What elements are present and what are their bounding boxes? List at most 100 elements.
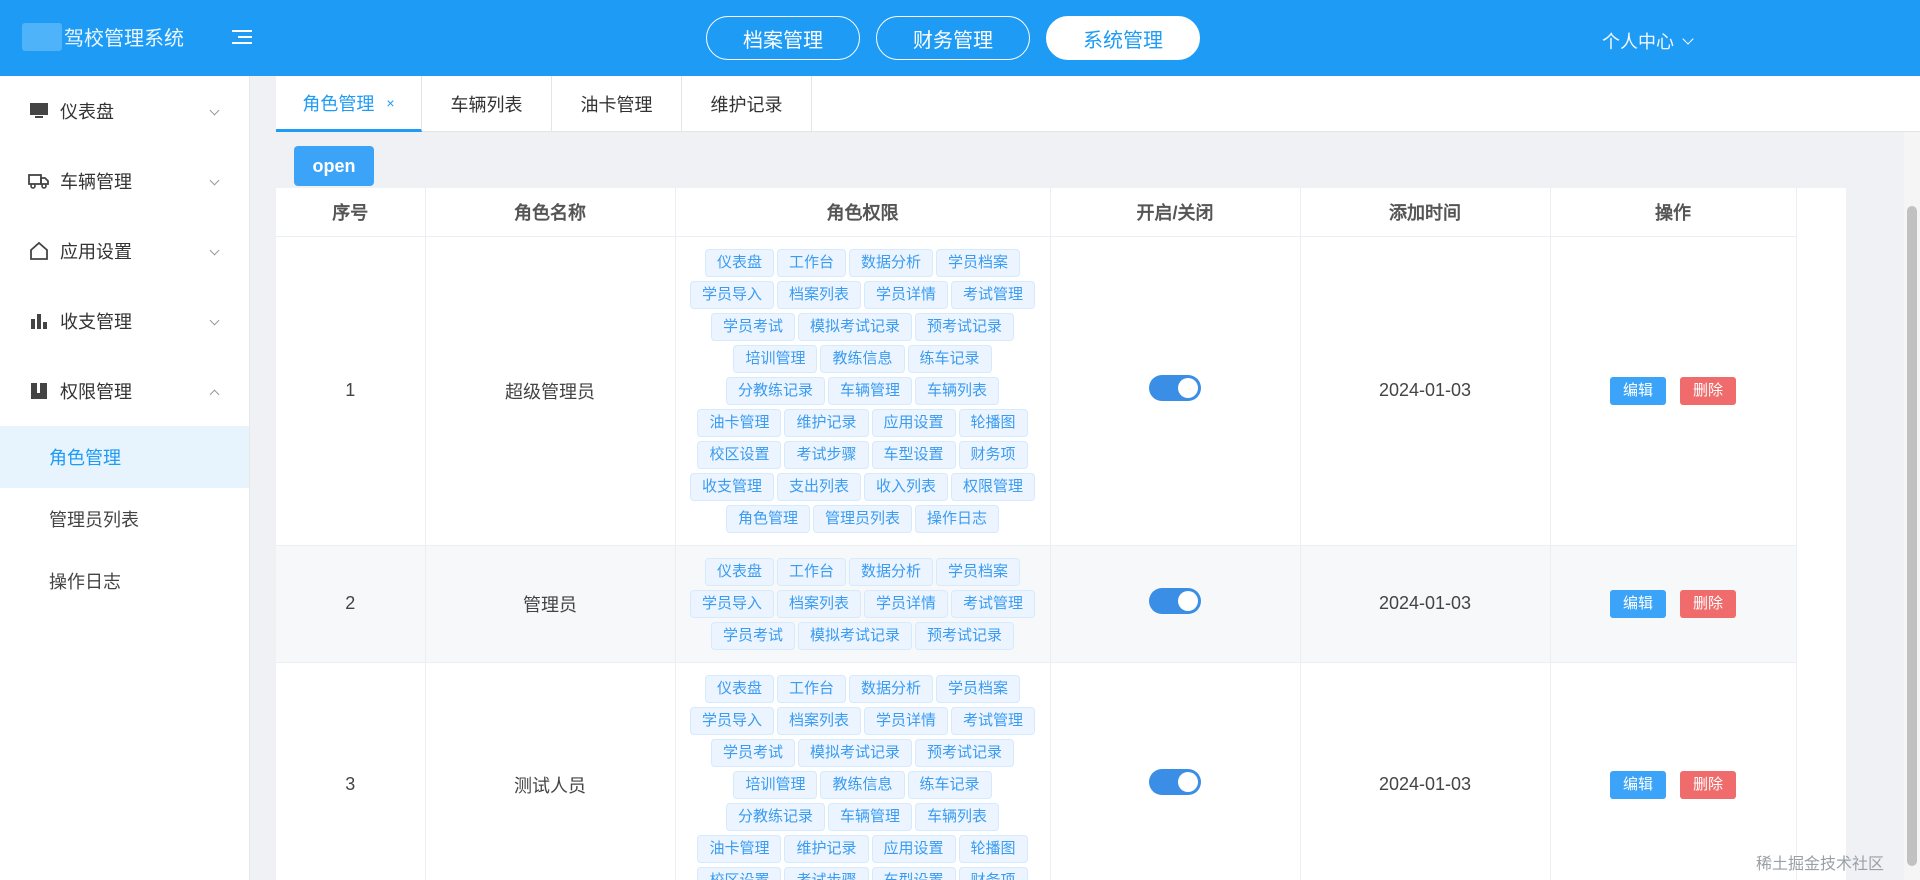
permission-tag: 模拟考试记录: [797, 738, 912, 767]
enabled-toggle[interactable]: [1149, 588, 1201, 614]
permission-tag: 模拟考试记录: [797, 621, 912, 650]
role-permissions: 仪表盘 工作台 数据分析 学员档案 学员导入 档案列表 学员详情 考试管理 学员考试 模拟考试记录…: [675, 662, 1051, 880]
permission-tag: 维护记录: [784, 408, 869, 437]
permission-tag: 预考试记录: [915, 621, 1015, 650]
edit-button[interactable]: 编辑: [1609, 589, 1666, 618]
chevron-down-icon: [209, 175, 220, 186]
permission-tag: 学员导入: [689, 280, 774, 309]
enabled-toggle[interactable]: [1149, 375, 1201, 401]
actions-cell: 编辑 删除: [1550, 236, 1797, 546]
roles-table-container: 序号 角色名称 角色权限 开启/关闭 添加时间 操作 1 超级管理员 仪表盘 工作台数…: [276, 188, 1846, 880]
tab-vehicle-list[interactable]: 车辆列表: [422, 76, 552, 132]
permission-tag: 练车记录: [907, 770, 992, 799]
column-header: 序号: [276, 188, 426, 237]
delete-button[interactable]: 删除: [1680, 376, 1737, 405]
permission-tags: 仪表盘 工作台 数据分析 学员档案 学员导入 档案列表 学员详情 考试管理 学员考试 模拟考试记录…: [683, 248, 1043, 533]
edit-button[interactable]: 编辑: [1609, 770, 1666, 799]
close-icon[interactable]: ×: [386, 95, 394, 111]
permission-tag: 考试步骤: [784, 440, 869, 469]
top-tab-finance[interactable]: 财务管理: [876, 16, 1030, 60]
sidebar-subitem-operation-log[interactable]: 操作日志: [0, 550, 249, 612]
book-icon: [28, 380, 50, 402]
enabled-cell: [1050, 236, 1301, 546]
permission-tag: 分教练记录: [725, 376, 825, 405]
permission-tag: 考试管理: [951, 280, 1036, 309]
enabled-cell: [1050, 545, 1301, 663]
permission-tag: 培训管理: [733, 770, 818, 799]
enabled-toggle[interactable]: [1149, 769, 1201, 795]
column-header: 操作: [1550, 188, 1797, 237]
sidebar-item-vehicles[interactable]: 车辆管理: [0, 146, 249, 216]
permission-tag: 维护记录: [784, 834, 869, 863]
permission-tag: 车辆列表: [915, 802, 1000, 831]
permission-tag: 财务项: [958, 866, 1028, 880]
tab-maintenance[interactable]: 维护记录: [682, 76, 812, 132]
permission-tag: 支出列表: [776, 472, 861, 501]
role-permissions: 仪表盘 工作台 数据分析 学员档案 学员导入 档案列表 学员详情 考试管理 学员考试 模拟考试记录…: [675, 545, 1051, 663]
permission-tag: 车辆管理: [827, 802, 912, 831]
top-tab-system[interactable]: 系统管理: [1046, 16, 1200, 60]
permission-tag: 车型设置: [871, 866, 956, 880]
column-header: 角色名称: [425, 188, 676, 237]
table-row: 1 超级管理员 仪表盘 工作台 数据分析 学员档案 学员导入 档案列表 学员详情 考试管理 学员考试…: [276, 236, 1797, 546]
permission-tag: 考试步骤: [784, 866, 869, 880]
added-date: 2024-01-03: [1300, 545, 1551, 663]
bar-chart-icon: [28, 310, 50, 332]
sidebar-item-app-settings[interactable]: 应用设置: [0, 216, 249, 286]
user-center-label: 个人中心: [1602, 32, 1674, 52]
actions-cell: 编辑 删除: [1550, 545, 1797, 663]
added-date: 2024-01-03: [1300, 236, 1551, 546]
column-header: 开启/关闭: [1050, 188, 1301, 237]
open-button[interactable]: open: [294, 146, 374, 186]
permission-tag: 档案列表: [776, 280, 861, 309]
permission-tag: 分教练记录: [725, 802, 825, 831]
permission-tag: 教练信息: [820, 770, 905, 799]
top-tab-archive[interactable]: 档案管理: [706, 16, 860, 60]
monitor-icon: [28, 100, 50, 122]
permission-tag: 工作台: [776, 674, 846, 703]
permission-tag: 工作台: [776, 557, 846, 586]
permission-tag: 学员考试: [710, 312, 795, 341]
permission-tag: 档案列表: [776, 706, 861, 735]
delete-button[interactable]: 删除: [1680, 770, 1737, 799]
vertical-scrollbar[interactable]: [1904, 132, 1920, 880]
tab-fuel-card[interactable]: 油卡管理: [552, 76, 682, 132]
permission-tag: 教练信息: [820, 344, 905, 373]
permission-tag: 模拟考试记录: [797, 312, 912, 341]
menu-toggle-icon[interactable]: [232, 26, 252, 48]
permission-tag: 应用设置: [871, 834, 956, 863]
sidebar-subitem-admin-list[interactable]: 管理员列表: [0, 488, 249, 550]
permission-tag: 收支管理: [689, 472, 774, 501]
top-nav: 档案管理 财务管理 系统管理: [706, 16, 1200, 60]
permission-tags: 仪表盘 工作台 数据分析 学员档案 学员导入 档案列表 学员详情 考试管理 学员考试 模拟考试记录…: [683, 674, 1043, 880]
permission-tag: 练车记录: [907, 344, 992, 373]
permission-tag: 学员详情: [864, 706, 949, 735]
permission-tag: 工作台: [776, 248, 846, 277]
permission-tag: 权限管理: [951, 472, 1036, 501]
chevron-down-icon: [209, 315, 220, 326]
permission-tag: 预考试记录: [915, 738, 1015, 767]
permission-tag: 仪表盘: [704, 557, 774, 586]
enabled-cell: [1050, 662, 1301, 880]
sidebar-item-label: 应用设置: [60, 242, 132, 262]
scrollbar-thumb[interactable]: [1907, 206, 1917, 866]
permission-tag: 学员详情: [864, 589, 949, 618]
sidebar-subitem-roles[interactable]: 角色管理: [0, 426, 249, 488]
delete-button[interactable]: 删除: [1680, 589, 1737, 618]
permission-tag: 学员详情: [864, 280, 949, 309]
permission-tag: 学员档案: [936, 557, 1021, 586]
permission-tag: 学员档案: [936, 248, 1021, 277]
edit-button[interactable]: 编辑: [1609, 376, 1666, 405]
table-header-row: 序号 角色名称 角色权限 开启/关闭 添加时间 操作: [276, 188, 1797, 237]
sidebar-item-permissions[interactable]: 权限管理: [0, 356, 249, 426]
watermark: 稀土掘金技术社区: [1756, 856, 1885, 873]
permission-tag: 学员考试: [710, 738, 795, 767]
permission-tags: 仪表盘 工作台 数据分析 学员档案 学员导入 档案列表 学员详情 考试管理 学员考试 模拟考试记录…: [683, 557, 1043, 650]
permission-tag: 车型设置: [871, 440, 956, 469]
user-center-menu[interactable]: 个人中心: [1602, 28, 1694, 54]
tab-role-management[interactable]: 角色管理 ×: [276, 76, 422, 132]
permission-tag: 仪表盘: [704, 674, 774, 703]
permission-tag: 管理员列表: [812, 504, 912, 533]
sidebar-item-finance[interactable]: 收支管理: [0, 286, 249, 356]
sidebar-item-dashboard[interactable]: 仪表盘: [0, 76, 249, 146]
